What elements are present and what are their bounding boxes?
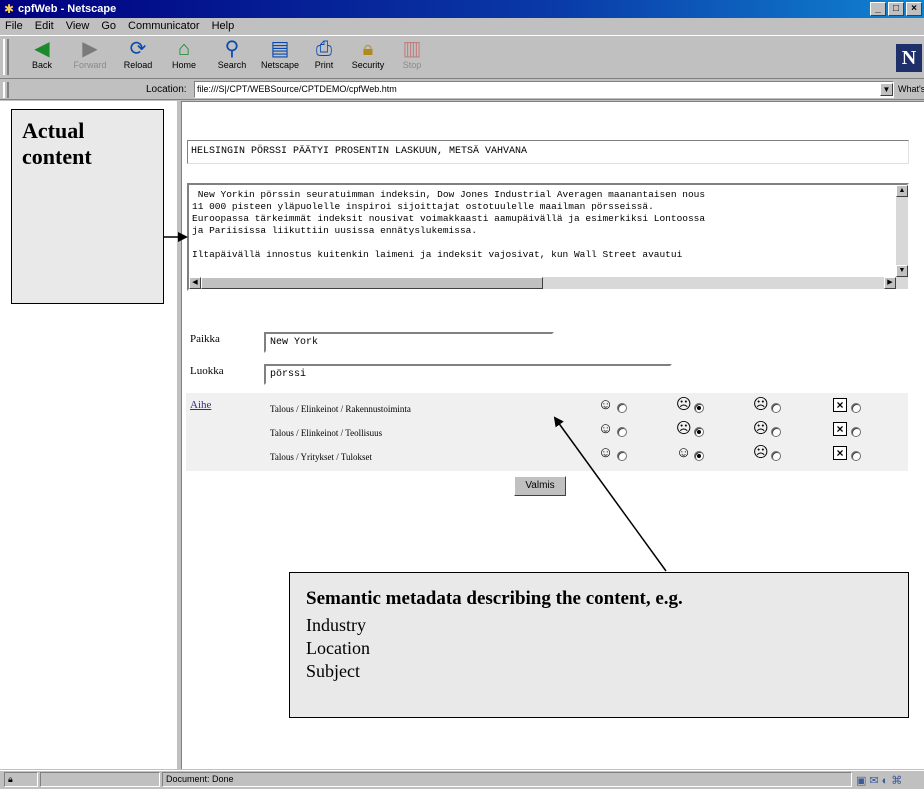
scroll-up-icon[interactable]: ▲ [896, 185, 908, 197]
happy-face-icon: ☺ [598, 396, 614, 413]
subject-radio-positive[interactable] [617, 403, 627, 413]
happy-face-icon: ☺ [598, 444, 614, 461]
reject-x-icon: × [833, 398, 847, 412]
subject-radio-neutral[interactable] [694, 451, 704, 461]
menu-file[interactable]: File [4, 20, 24, 32]
body-line: Iltapäivällä innostus kuitenkin laimeni … [192, 249, 683, 260]
minimize-button[interactable]: _ [870, 2, 886, 16]
menu-edit[interactable]: Edit [34, 20, 55, 32]
subject-radio-reject[interactable] [851, 451, 861, 461]
class-label: Luokka [190, 365, 224, 377]
app-icon: ✱ [3, 2, 15, 16]
subject-radio-negative[interactable] [771, 427, 781, 437]
subject-radio-positive[interactable] [617, 427, 627, 437]
subject-row-label: Talous / Elinkeinot / Rakennustoiminta [270, 404, 411, 414]
body-line: Euroopassa tärkeimmät indeksit nousivat … [192, 213, 706, 224]
subject-radio-neutral[interactable] [694, 427, 704, 437]
sad-face-icon: ☹ [753, 420, 769, 437]
forward-button[interactable]: ▶ Forward [66, 38, 114, 70]
subject-radio-reject[interactable] [851, 403, 861, 413]
home-icon: ⌂ [177, 38, 191, 60]
metadata-item: Industry [306, 615, 366, 635]
security-status-icon[interactable]: 🔒︎ [4, 772, 38, 787]
menu-view[interactable]: View [65, 20, 91, 32]
sad-face-icon: ☹ [753, 444, 769, 461]
scroll-down-icon[interactable]: ▼ [896, 265, 908, 277]
actual-content-callout: Actual content [11, 109, 164, 304]
subject-radio-reject[interactable] [851, 427, 861, 437]
neutral-face-icon: ☹ [676, 420, 692, 437]
maximize-button[interactable]: □ [888, 2, 904, 16]
subject-radio-negative[interactable] [771, 451, 781, 461]
place-input[interactable]: New York [264, 332, 554, 353]
menu-go[interactable]: Go [100, 20, 117, 32]
search-button[interactable]: ⚲ Search [208, 38, 256, 70]
status-text: Document: Done [162, 772, 852, 787]
subject-radio-positive[interactable] [617, 451, 627, 461]
stop-button[interactable]: ▥ Stop [388, 38, 436, 70]
title-bar: ✱ cpfWeb - Netscape _ □ × [0, 0, 924, 18]
netscape-icon: ▤ [270, 38, 290, 60]
reject-x-icon: × [833, 422, 847, 436]
body-line: New Yorkin pörssin seuratuimman indeksin… [192, 189, 706, 200]
body-line: 11 000 pisteen yläpuolelle inspiroi sijo… [192, 201, 654, 212]
location-label: Location: [146, 84, 187, 95]
location-grip[interactable] [3, 82, 9, 98]
headline-field[interactable]: HELSINGIN PÖRSSI PÄÄTYI PROSENTIN LASKUU… [187, 140, 909, 164]
callout-line-1: Actual [22, 118, 85, 143]
back-button[interactable]: ◀ Back [18, 38, 66, 70]
printer-icon: ⎙ [316, 38, 332, 60]
subject-radio-negative[interactable] [771, 403, 781, 413]
subject-radio-neutral[interactable] [694, 403, 704, 413]
scroll-left-icon[interactable]: ◀ [189, 277, 201, 289]
submit-button[interactable]: Valmis [514, 476, 566, 496]
window-controls: _ □ × [870, 2, 922, 16]
forward-arrow-icon: ▶ [82, 38, 98, 60]
reject-x-icon: × [833, 446, 847, 460]
callout-line-2: content [22, 144, 92, 169]
frame-divider[interactable] [176, 101, 182, 769]
metadata-item: Location [306, 638, 370, 658]
window-title: cpfWeb - Netscape [18, 3, 117, 15]
class-input[interactable]: pörssi [264, 364, 672, 385]
body-line: ja Pariisissa liikuttiin uusissa ennätys… [192, 225, 478, 236]
stop-icon: ▥ [402, 38, 422, 60]
security-button[interactable]: 🔒︎ Security [344, 38, 392, 70]
back-arrow-icon: ◀ [34, 38, 50, 60]
subject-row-label: Talous / Elinkeinot / Teollisuus [270, 428, 383, 438]
reload-icon: ⟳ [129, 38, 147, 60]
whats-related-button[interactable]: What's Related [898, 84, 924, 94]
horizontal-scroll-thumb[interactable] [201, 277, 543, 289]
happy-face-icon: ☺ [598, 420, 614, 437]
neutral-face-icon: ☹ [676, 396, 692, 413]
padlock-icon: 🔒︎ [362, 38, 374, 60]
close-button[interactable]: × [906, 2, 922, 16]
progress-segment [40, 772, 160, 787]
article-body-text: New Yorkin pörssin seuratuimman indeksin… [192, 189, 892, 273]
toolbar-grip[interactable] [3, 39, 9, 75]
sad-face-icon: ☹ [753, 396, 769, 413]
metadata-callout: Semantic metadata describing the content… [289, 572, 909, 718]
netscape-logo[interactable]: N [896, 44, 922, 72]
subject-link[interactable]: Aihe [190, 399, 211, 411]
menu-communicator[interactable]: Communicator [127, 20, 201, 32]
search-icon: ⚲ [224, 38, 240, 60]
menu-help[interactable]: Help [211, 20, 236, 32]
reload-button[interactable]: ⟳ Reload [114, 38, 162, 70]
scroll-right-icon[interactable]: ▶ [884, 277, 896, 289]
home-button[interactable]: ⌂ Home [160, 38, 208, 70]
subject-row-label: Talous / Yritykset / Tulokset [270, 452, 373, 462]
url-field[interactable]: file:///S|/CPT/WEBSource/CPTDEMO/cpfWeb.… [194, 81, 894, 98]
metadata-heading: Semantic metadata describing the content… [306, 588, 683, 609]
print-button[interactable]: ⎙ Print [300, 38, 348, 70]
component-bar-icons[interactable]: ▣✉◐⌘ [856, 774, 905, 787]
metadata-item: Subject [306, 661, 360, 681]
url-dropdown-button[interactable]: ▼ [880, 83, 893, 96]
smiling-face-icon: ☺ [676, 444, 692, 461]
body-line [192, 237, 892, 249]
place-label: Paikka [190, 333, 220, 345]
menu-bar: File Edit View Go Communicator Help [0, 18, 924, 34]
netscape-button[interactable]: ▤ Netscape [256, 38, 304, 70]
